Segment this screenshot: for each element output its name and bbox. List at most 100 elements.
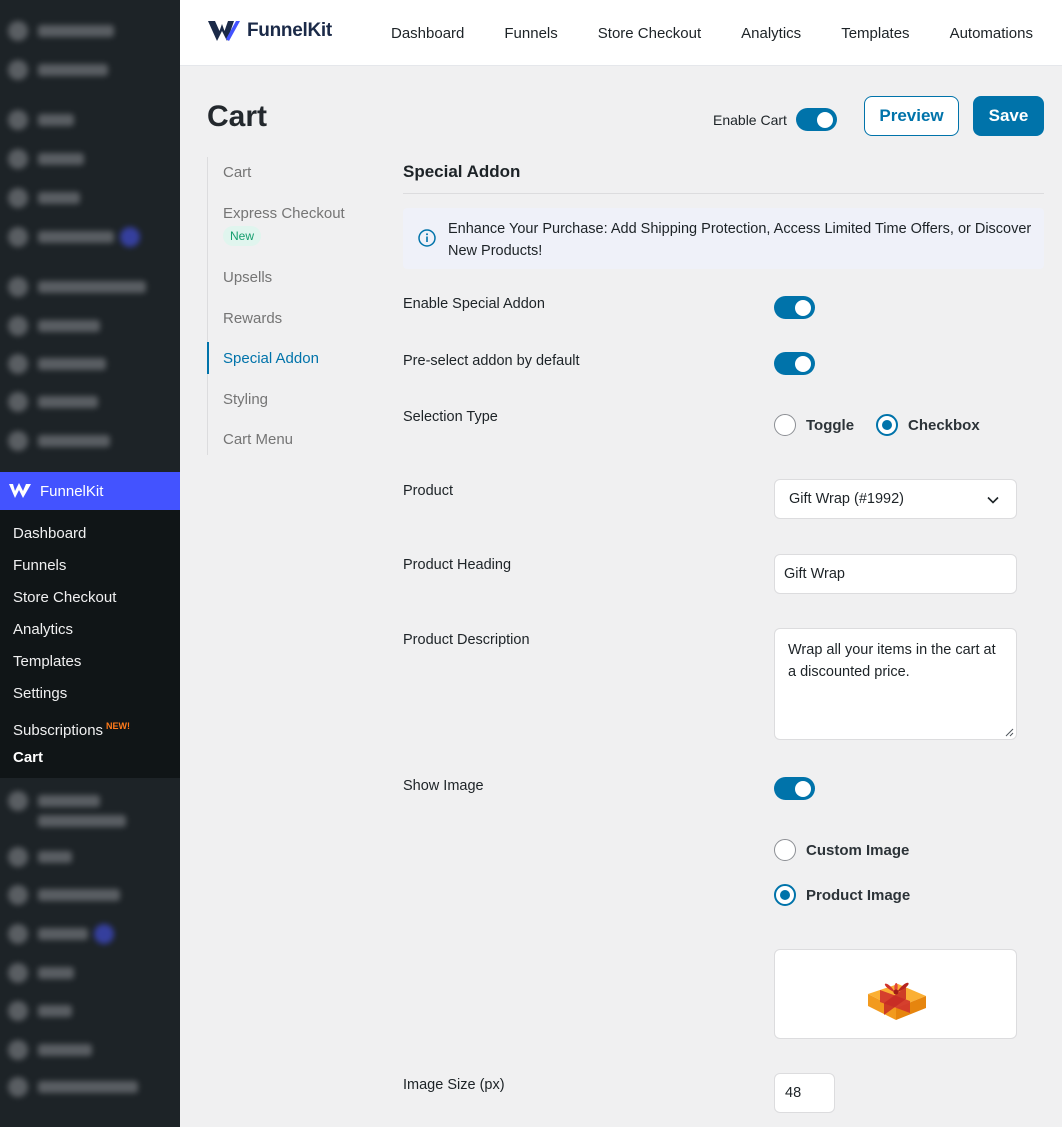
- new-flag: NEW!: [106, 721, 131, 731]
- selection-type-toggle-label: Toggle: [806, 416, 855, 434]
- wp-admin-sidebar: FunnelKit Dashboard Funnels Store Checko…: [0, 0, 180, 1127]
- wp-menu-item-blurred[interactable]: [8, 846, 72, 868]
- product-heading-label: Product Heading: [403, 557, 512, 573]
- submenu-store-checkout[interactable]: Store Checkout: [0, 582, 180, 614]
- funnelkit-logo-icon: [208, 21, 240, 41]
- wp-menu-item-blurred[interactable]: [8, 1000, 72, 1022]
- chevron-down-icon: [987, 496, 999, 504]
- product-label: Product: [403, 483, 453, 499]
- section-divider: [403, 193, 1044, 194]
- selection-type-checkbox-label: Checkbox: [908, 416, 980, 434]
- wp-menu-item-blurred[interactable]: [8, 109, 74, 131]
- subnav-styling[interactable]: Styling: [223, 391, 268, 408]
- funnelkit-submenu: Dashboard Funnels Store Checkout Analyti…: [0, 510, 180, 778]
- wp-menu-item-blurred[interactable]: [8, 187, 80, 209]
- selection-type-checkbox-option[interactable]: Checkbox: [876, 414, 980, 436]
- selection-type-toggle-option[interactable]: Toggle: [774, 414, 854, 436]
- image-size-label: Image Size (px): [403, 1077, 505, 1093]
- subnav-cart-menu[interactable]: Cart Menu: [223, 431, 293, 448]
- preselect-addon-label: Pre-select addon by default: [403, 353, 580, 369]
- wp-menu-item-blurred[interactable]: [8, 884, 120, 906]
- show-image-label: Show Image: [403, 778, 484, 794]
- submenu-dashboard[interactable]: Dashboard: [0, 518, 180, 550]
- subnav-cart[interactable]: Cart: [223, 164, 251, 181]
- resize-handle-icon[interactable]: [1004, 727, 1014, 737]
- funnelkit-logo[interactable]: FunnelKit: [207, 18, 332, 44]
- save-button[interactable]: Save: [973, 96, 1044, 136]
- wp-menu-funnelkit-label: FunnelKit: [40, 482, 104, 500]
- enable-cart-control: Enable Cart: [713, 108, 837, 131]
- product-description-label: Product Description: [403, 632, 530, 648]
- wp-menu-item-blurred[interactable]: [8, 20, 114, 42]
- custom-image-label: Custom Image: [806, 841, 910, 859]
- submenu-settings[interactable]: Settings: [0, 678, 180, 710]
- topnav-store-checkout[interactable]: Store Checkout: [598, 25, 701, 42]
- gift-box-image: [868, 982, 926, 1020]
- section-title: Special Addon: [403, 162, 521, 181]
- subnav-rewards[interactable]: Rewards: [223, 310, 282, 327]
- wp-menu-item-blurred[interactable]: [8, 1076, 138, 1098]
- enable-special-addon-toggle[interactable]: [774, 296, 815, 319]
- topnav-templates[interactable]: Templates: [841, 25, 909, 42]
- submenu-subscriptions[interactable]: Subscriptions NEW!: [0, 710, 180, 742]
- funnelkit-logo-icon: [9, 483, 31, 498]
- custom-image-option[interactable]: Custom Image: [774, 839, 909, 861]
- wp-menu-funnelkit[interactable]: FunnelKit: [0, 472, 180, 510]
- product-image-radio[interactable]: [774, 884, 796, 906]
- wp-menu-item-blurred[interactable]: [8, 391, 98, 413]
- enable-cart-toggle[interactable]: [795, 108, 837, 131]
- preselect-addon-toggle[interactable]: [774, 352, 815, 375]
- submenu-cart[interactable]: Cart: [0, 742, 180, 774]
- top-bar: FunnelKit Dashboard Funnels Store Checko…: [180, 0, 1062, 66]
- topnav-funnels[interactable]: Funnels: [504, 25, 557, 42]
- selection-type-toggle-radio[interactable]: [774, 414, 796, 436]
- wp-menu-item-blurred[interactable]: [8, 790, 100, 812]
- submenu-funnels[interactable]: Funnels: [0, 550, 180, 582]
- product-image-option[interactable]: Product Image: [774, 884, 910, 906]
- show-image-toggle[interactable]: [774, 777, 815, 800]
- custom-image-radio[interactable]: [774, 839, 796, 861]
- wp-menu-item-blurred[interactable]: [8, 59, 108, 81]
- notice-text: Enhance Your Purchase: Add Shipping Prot…: [448, 221, 1032, 259]
- brand-name: FunnelKit: [247, 20, 332, 41]
- wp-menu-item-blurred[interactable]: [8, 923, 114, 945]
- topnav-dashboard[interactable]: Dashboard: [391, 25, 464, 42]
- product-select-value: Gift Wrap (#1992): [789, 491, 904, 507]
- cart-settings-nav: Cart Express Checkout New Upsells Reward…: [207, 157, 367, 455]
- preview-button[interactable]: Preview: [864, 96, 959, 136]
- submenu-subscriptions-label: Subscriptions: [13, 722, 104, 739]
- submenu-templates[interactable]: Templates: [0, 646, 180, 678]
- topnav-analytics[interactable]: Analytics: [741, 25, 801, 42]
- image-size-input[interactable]: 48: [774, 1073, 835, 1113]
- subnav-express-checkout[interactable]: Express Checkout: [223, 205, 345, 222]
- subnav-upsells[interactable]: Upsells: [223, 269, 272, 286]
- submenu-analytics[interactable]: Analytics: [0, 614, 180, 646]
- topnav-automations[interactable]: Automations: [950, 25, 1033, 42]
- product-heading-input[interactable]: Gift Wrap: [774, 554, 1017, 594]
- image-preview: [774, 949, 1017, 1039]
- wp-menu-item-blurred[interactable]: [8, 430, 110, 452]
- product-image-label: Product Image: [806, 886, 911, 904]
- selection-type-checkbox-radio[interactable]: [876, 414, 898, 436]
- info-icon: [418, 229, 436, 247]
- wp-menu-item-blurred[interactable]: [8, 810, 126, 832]
- wp-menu-item-blurred[interactable]: [8, 1039, 92, 1061]
- top-navigation: Dashboard Funnels Store Checkout Analyti…: [391, 0, 1062, 66]
- wp-menu-item-blurred[interactable]: [8, 962, 74, 984]
- page-title: Cart: [207, 100, 268, 133]
- wp-menu-item-blurred[interactable]: [8, 276, 146, 298]
- product-description-textarea[interactable]: Wrap all your items in the cart at a dis…: [774, 628, 1017, 740]
- product-description-value: Wrap all your items in the cart at a dis…: [788, 642, 996, 680]
- enable-special-addon-label: Enable Special Addon: [403, 296, 545, 312]
- wp-menu-item-blurred[interactable]: [8, 315, 100, 337]
- info-notice: Enhance Your Purchase: Add Shipping Prot…: [403, 208, 1044, 269]
- product-select[interactable]: Gift Wrap (#1992): [774, 479, 1017, 519]
- active-indicator: [207, 342, 209, 374]
- enable-cart-label: Enable Cart: [713, 111, 787, 128]
- new-badge: New: [223, 226, 262, 246]
- subnav-special-addon[interactable]: Special Addon: [223, 350, 319, 367]
- wp-menu-item-blurred[interactable]: [8, 353, 106, 375]
- selection-type-label: Selection Type: [403, 409, 498, 425]
- wp-menu-item-blurred[interactable]: [8, 226, 140, 248]
- wp-menu-item-blurred[interactable]: [8, 148, 84, 170]
